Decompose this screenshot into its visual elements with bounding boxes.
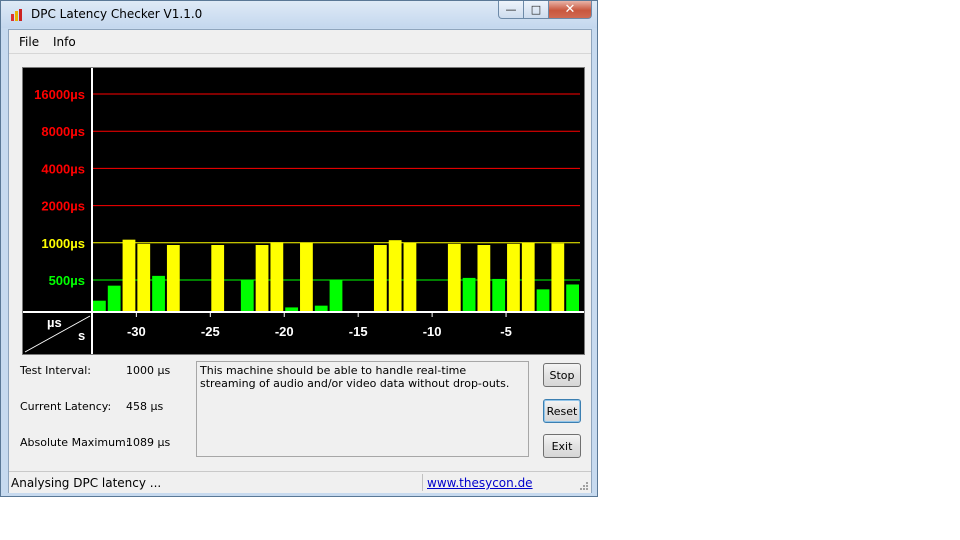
menu-file[interactable]: File [19, 35, 39, 49]
maximize-button[interactable]: □ [524, 1, 549, 19]
test-interval-value: 1000 µs [126, 364, 171, 377]
status-message-box: This machine should be able to handle re… [196, 361, 529, 457]
x-tick-label: -25 [201, 324, 220, 339]
x-tick-label: -5 [500, 324, 512, 339]
threshold-label: 4000µs [41, 161, 85, 176]
absolute-maximum-value: 1089 µs [126, 436, 171, 449]
latency-bar [93, 300, 106, 312]
latency-chart: 16000µs 8000µs 4000µs 2000µs 1000µs 500µs µs s -… [22, 67, 585, 355]
latency-bar [211, 244, 225, 312]
latency-bar [270, 242, 284, 312]
current-latency-value: 458 µs [126, 400, 164, 413]
latency-bar [521, 242, 535, 312]
current-latency-label: Current Latency: [20, 400, 112, 413]
latency-bar [137, 243, 151, 312]
latency-bar [447, 243, 461, 312]
unit-label-x: s [78, 328, 85, 343]
x-tick-label: -15 [349, 324, 368, 339]
website-link[interactable]: www.thesycon.de [427, 476, 533, 490]
menu-bar: File Info [9, 30, 591, 54]
title-bar[interactable]: DPC Latency Checker V1.1.0 — □ ✕ [1, 1, 597, 28]
status-text: Analysing DPC latency ... [11, 476, 162, 490]
latency-bar [166, 244, 180, 312]
latency-bar [255, 244, 269, 312]
status-bar: Analysing DPC latency ... www.thesycon.d… [9, 471, 591, 493]
stop-button[interactable]: Stop [543, 363, 581, 387]
threshold-label: 8000µs [41, 124, 85, 139]
status-separator [422, 474, 423, 491]
latency-bar [477, 244, 491, 312]
x-tick-label: -30 [127, 324, 146, 339]
minimize-icon: — [505, 3, 517, 16]
latency-bar [152, 275, 165, 312]
threshold-label: 500µs [49, 273, 85, 288]
latency-chart-svg: 16000µs 8000µs 4000µs 2000µs 1000µs 500µs µs s -… [23, 68, 584, 354]
reset-button[interactable]: Reset [543, 399, 581, 423]
latency-bar [300, 242, 313, 312]
x-tick-label: -20 [275, 324, 294, 339]
test-interval-label: Test Interval: [20, 364, 91, 377]
app-bars-icon [11, 9, 22, 21]
window-title: DPC Latency Checker V1.1.0 [31, 7, 203, 21]
minimize-button[interactable]: — [498, 1, 524, 19]
close-icon: ✕ [564, 2, 576, 17]
latency-bar [403, 242, 417, 312]
threshold-label: 16000µs [34, 87, 85, 102]
latency-bar [373, 244, 387, 312]
latency-bar [536, 289, 550, 312]
latency-bar [462, 277, 476, 312]
latency-bar [492, 278, 506, 312]
window-controls: — □ ✕ [498, 1, 592, 20]
resize-grip-icon[interactable] [579, 481, 589, 491]
latency-bar [551, 243, 565, 312]
latency-bar [122, 239, 136, 312]
x-tick-label: -10 [423, 324, 442, 339]
threshold-label: 2000µs [41, 199, 85, 214]
latency-bar [507, 243, 520, 312]
menu-info[interactable]: Info [53, 35, 76, 49]
latency-bar [388, 240, 402, 312]
client-area: File Info 16000µs 8000µs 4000µs 2000µs 1000µ… [8, 29, 592, 493]
latency-bar [240, 280, 254, 312]
absolute-maximum-label: Absolute Maximum: [20, 436, 130, 449]
maximize-icon: □ [530, 3, 542, 16]
latency-bar [107, 285, 121, 312]
latency-bar [329, 280, 343, 312]
exit-button[interactable]: Exit [543, 434, 581, 458]
threshold-label: 1000µs [41, 236, 85, 251]
close-button[interactable]: ✕ [549, 1, 592, 19]
latency-bar [566, 284, 579, 312]
unit-label-y: µs [47, 315, 62, 330]
app-window: DPC Latency Checker V1.1.0 — □ ✕ File In… [0, 0, 598, 497]
